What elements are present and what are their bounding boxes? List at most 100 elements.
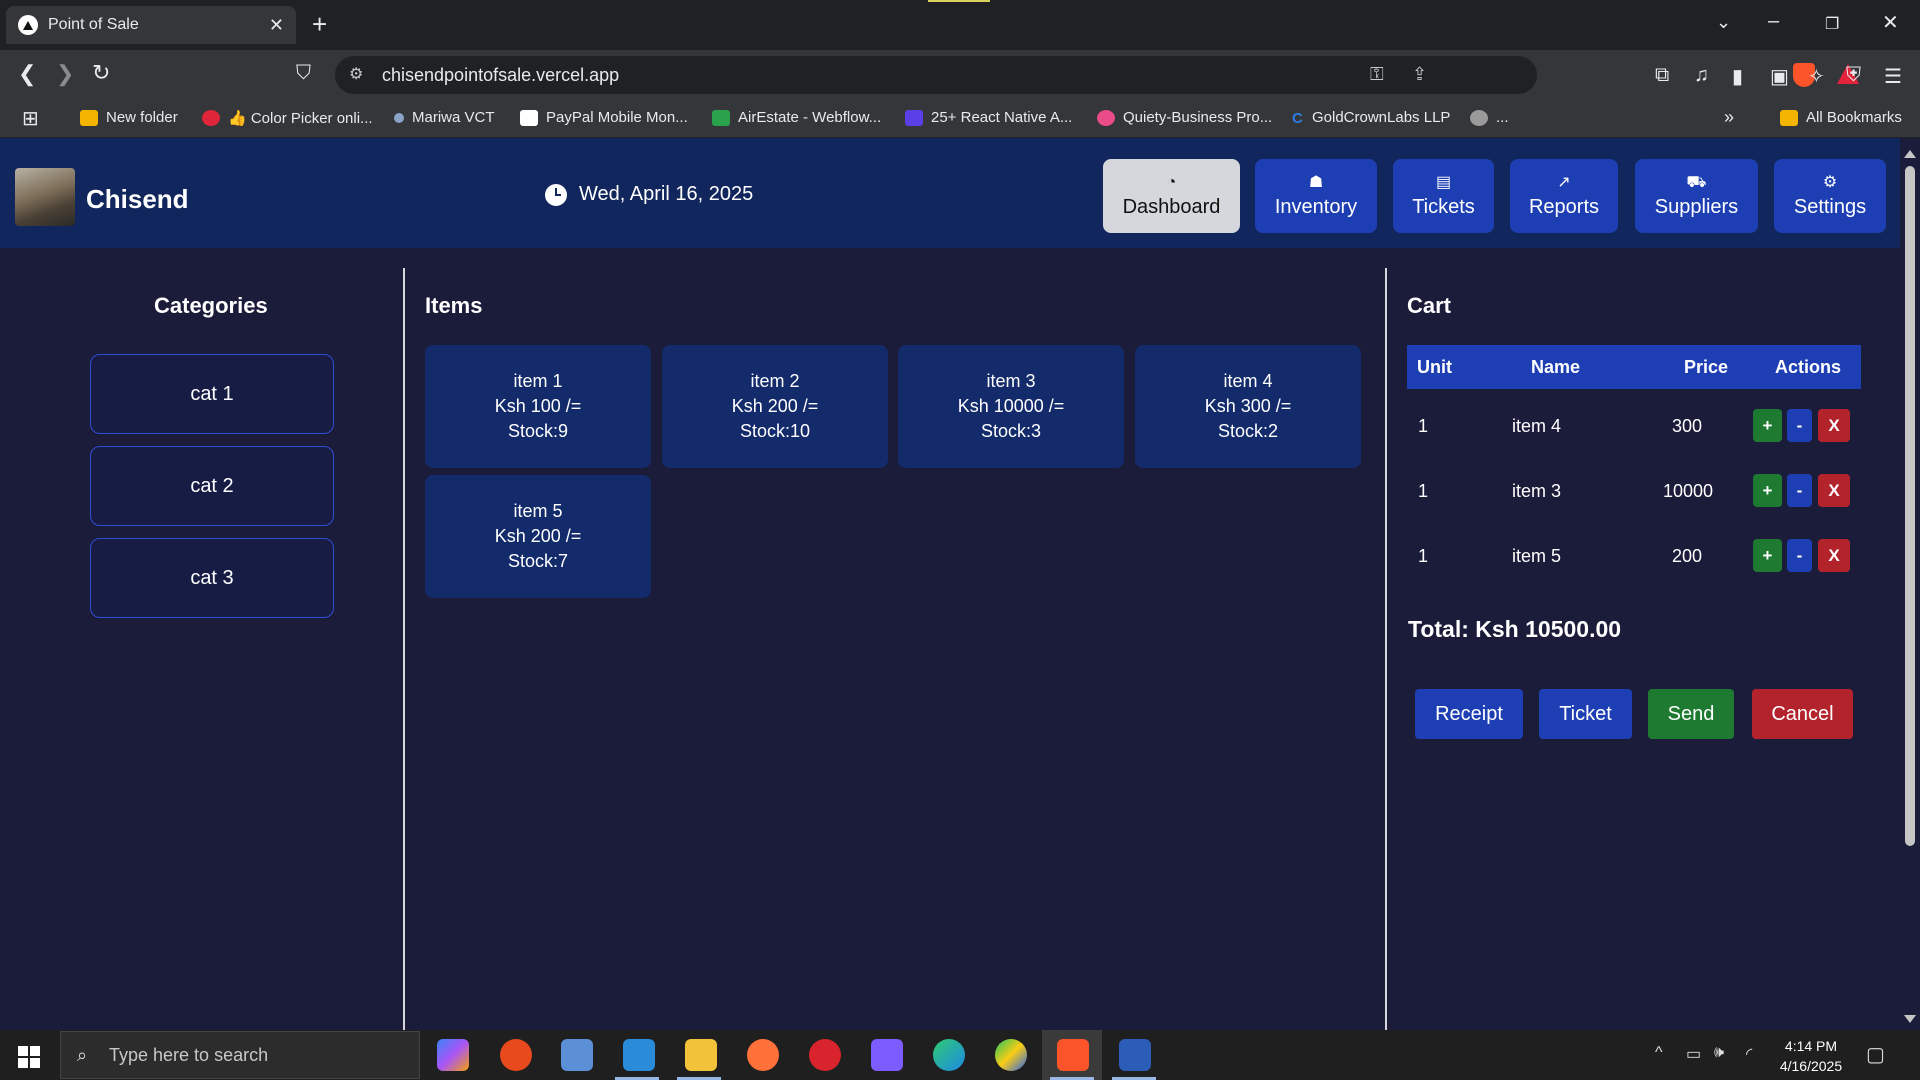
vpn-icon[interactable]: ⛨ xyxy=(1846,64,1861,87)
item-price: Ksh 100 /= xyxy=(494,396,582,416)
bookmarks-overflow[interactable]: » xyxy=(1724,107,1734,128)
firefox-icon[interactable] xyxy=(747,1039,779,1071)
bookmark-react-native[interactable]: 25+ React Native A... xyxy=(905,109,1072,126)
password-key-icon[interactable]: ⚿ xyxy=(1370,64,1384,85)
col-actions: Actions xyxy=(1775,357,1842,377)
windows-start-icon[interactable] xyxy=(18,1046,40,1068)
increase-qty-button[interactable]: + xyxy=(1753,474,1782,507)
media-icon[interactable]: ♫ xyxy=(1694,64,1709,87)
page-scrollbar[interactable] xyxy=(1900,138,1920,1030)
gear-icon: ⚙ xyxy=(1822,173,1838,191)
copilot-icon[interactable] xyxy=(437,1039,469,1071)
nav-tickets-button[interactable]: ▤ Tickets xyxy=(1393,159,1494,233)
bookmark-mariwa[interactable]: Mariwa VCT xyxy=(394,109,495,126)
forward-icon[interactable]: ❯ xyxy=(56,62,74,86)
bookmark-page-icon[interactable]: ⛉ xyxy=(296,61,311,85)
site-favicon-icon xyxy=(18,15,38,35)
screen-recorder-icon[interactable] xyxy=(809,1039,841,1071)
decrease-qty-button[interactable]: - xyxy=(1787,474,1812,507)
edge-icon[interactable] xyxy=(933,1039,965,1071)
boxes-icon: ☗ xyxy=(1308,173,1324,191)
edge-beta-icon[interactable] xyxy=(995,1039,1027,1071)
category-button[interactable]: cat 2 xyxy=(90,446,334,526)
increase-qty-button[interactable]: + xyxy=(1753,409,1782,442)
cart-price: 300 xyxy=(1672,416,1703,436)
nav-settings-button[interactable]: ⚙ Settings xyxy=(1774,159,1886,233)
nav-dashboard-button[interactable]: ◔ Dashboard xyxy=(1103,159,1240,233)
bookmark-color-picker[interactable]: 👍 Color Picker onli... xyxy=(202,109,373,127)
folder-icon xyxy=(80,109,98,126)
notifications-icon[interactable]: ▢ xyxy=(1866,1042,1885,1067)
battery-icon[interactable]: ▭ xyxy=(1686,1044,1701,1064)
sidebar-icon[interactable]: ▮ xyxy=(1732,64,1743,89)
scroll-down-icon[interactable] xyxy=(1904,1015,1916,1023)
bookmark-more[interactable]: ... xyxy=(1470,109,1509,126)
item-card[interactable]: item 3 Ksh 10000 /= Stock:3 xyxy=(898,345,1124,468)
decrease-qty-button[interactable]: - xyxy=(1787,409,1812,442)
leo-ai-icon[interactable]: ✧ xyxy=(1808,64,1825,89)
wallet-icon[interactable]: ▣ xyxy=(1770,64,1789,89)
bookmark-airestate[interactable]: AirEstate - Webflow... xyxy=(712,109,881,126)
bookmark-quiety[interactable]: Quiety-Business Pro... xyxy=(1097,109,1272,126)
extensions-icon[interactable]: ⧉ xyxy=(1655,64,1669,87)
taskbar-clock[interactable]: 4:14 PM 4/16/2025 xyxy=(1766,1036,1856,1076)
restore-icon[interactable]: ❐ xyxy=(1825,14,1839,34)
close-window-icon[interactable]: ✕ xyxy=(1882,10,1899,35)
share-icon[interactable]: ⇪ xyxy=(1412,64,1427,85)
nav-reports-button[interactable]: ↗ Reports xyxy=(1510,159,1618,233)
category-button[interactable]: cat 3 xyxy=(90,538,334,618)
minimize-icon[interactable]: – xyxy=(1768,10,1779,33)
tray-chevron-icon[interactable]: ^ xyxy=(1655,1044,1663,1062)
close-tab-icon[interactable]: ✕ xyxy=(269,15,284,36)
cart-name: item 4 xyxy=(1512,416,1562,436)
cart-row: 1 item 4 300 + - X xyxy=(1407,406,1861,446)
item-card[interactable]: item 2 Ksh 200 /= Stock:10 xyxy=(662,345,888,468)
item-card[interactable]: item 4 Ksh 300 /= Stock:2 xyxy=(1135,345,1361,468)
tab-search-chevron-icon[interactable]: ⌄ xyxy=(1716,12,1731,33)
nav-suppliers-button[interactable]: ⛟ Suppliers xyxy=(1635,159,1758,233)
scrollbar-thumb[interactable] xyxy=(1905,166,1915,846)
increase-qty-button[interactable]: + xyxy=(1753,539,1782,572)
wifi-icon[interactable]: ◜ xyxy=(1746,1044,1752,1064)
proton-vpn-icon[interactable] xyxy=(871,1039,903,1071)
new-tab-button[interactable]: + xyxy=(312,10,327,38)
word-icon[interactable] xyxy=(1119,1039,1151,1071)
item-card[interactable]: item 1 Ksh 100 /= Stock:9 xyxy=(425,345,651,468)
all-bookmarks[interactable]: All Bookmarks xyxy=(1780,109,1902,126)
category-button[interactable]: cat 1 xyxy=(90,354,334,434)
bookmark-paypal[interactable]: PayPal Mobile Mon... xyxy=(520,109,688,126)
receipt-button[interactable]: Receipt xyxy=(1415,689,1523,739)
bookmark-goldcrown[interactable]: C GoldCrownLabs LLP xyxy=(1292,109,1450,127)
address-bar[interactable]: ⚙ chisendpointofsale.vercel.app ⚿ ⇪ xyxy=(335,56,1859,94)
menu-icon[interactable]: ☰ xyxy=(1884,64,1902,89)
file-explorer-icon[interactable] xyxy=(685,1039,717,1071)
volume-icon[interactable]: 🕪 xyxy=(1714,1044,1724,1062)
remove-item-button[interactable]: X xyxy=(1818,474,1850,507)
browser-tab[interactable]: Point of Sale ✕ xyxy=(6,6,296,44)
ticket-button[interactable]: Ticket xyxy=(1539,689,1632,739)
decrease-qty-button[interactable]: - xyxy=(1787,539,1812,572)
send-button[interactable]: Send xyxy=(1648,689,1734,739)
remove-item-button[interactable]: X xyxy=(1818,539,1850,572)
remove-item-button[interactable]: X xyxy=(1818,409,1850,442)
search-app-icon[interactable] xyxy=(500,1039,532,1071)
item-name: item 5 xyxy=(513,501,563,521)
cart-price: 200 xyxy=(1672,546,1703,566)
apps-grid-icon[interactable]: ⊞ xyxy=(22,106,39,131)
scroll-up-icon[interactable] xyxy=(1904,150,1916,158)
vscode-icon[interactable] xyxy=(623,1039,655,1071)
reload-icon[interactable]: ↻ xyxy=(92,61,110,85)
bookmark-new-folder[interactable]: New folder xyxy=(80,109,178,126)
taskbar-search-input[interactable]: ⌕ Type here to search xyxy=(60,1031,420,1079)
tab-title: Point of Sale xyxy=(48,16,139,33)
documents-app-icon[interactable] xyxy=(561,1039,593,1071)
brand-name: Chisend xyxy=(86,184,189,214)
item-card[interactable]: item 5 Ksh 200 /= Stock:7 xyxy=(425,475,651,598)
paypal-icon xyxy=(520,109,538,126)
back-icon[interactable]: ❮ xyxy=(18,62,36,86)
brave-browser-icon[interactable] xyxy=(1057,1039,1089,1071)
nav-inventory-button[interactable]: ☗ Inventory xyxy=(1255,159,1377,233)
browser-tab-strip: Point of Sale ✕ + ⌄ – ❐ ✕ xyxy=(0,0,1920,50)
site-info-icon[interactable]: ⚙ xyxy=(349,64,363,84)
cancel-button[interactable]: Cancel xyxy=(1752,689,1853,739)
